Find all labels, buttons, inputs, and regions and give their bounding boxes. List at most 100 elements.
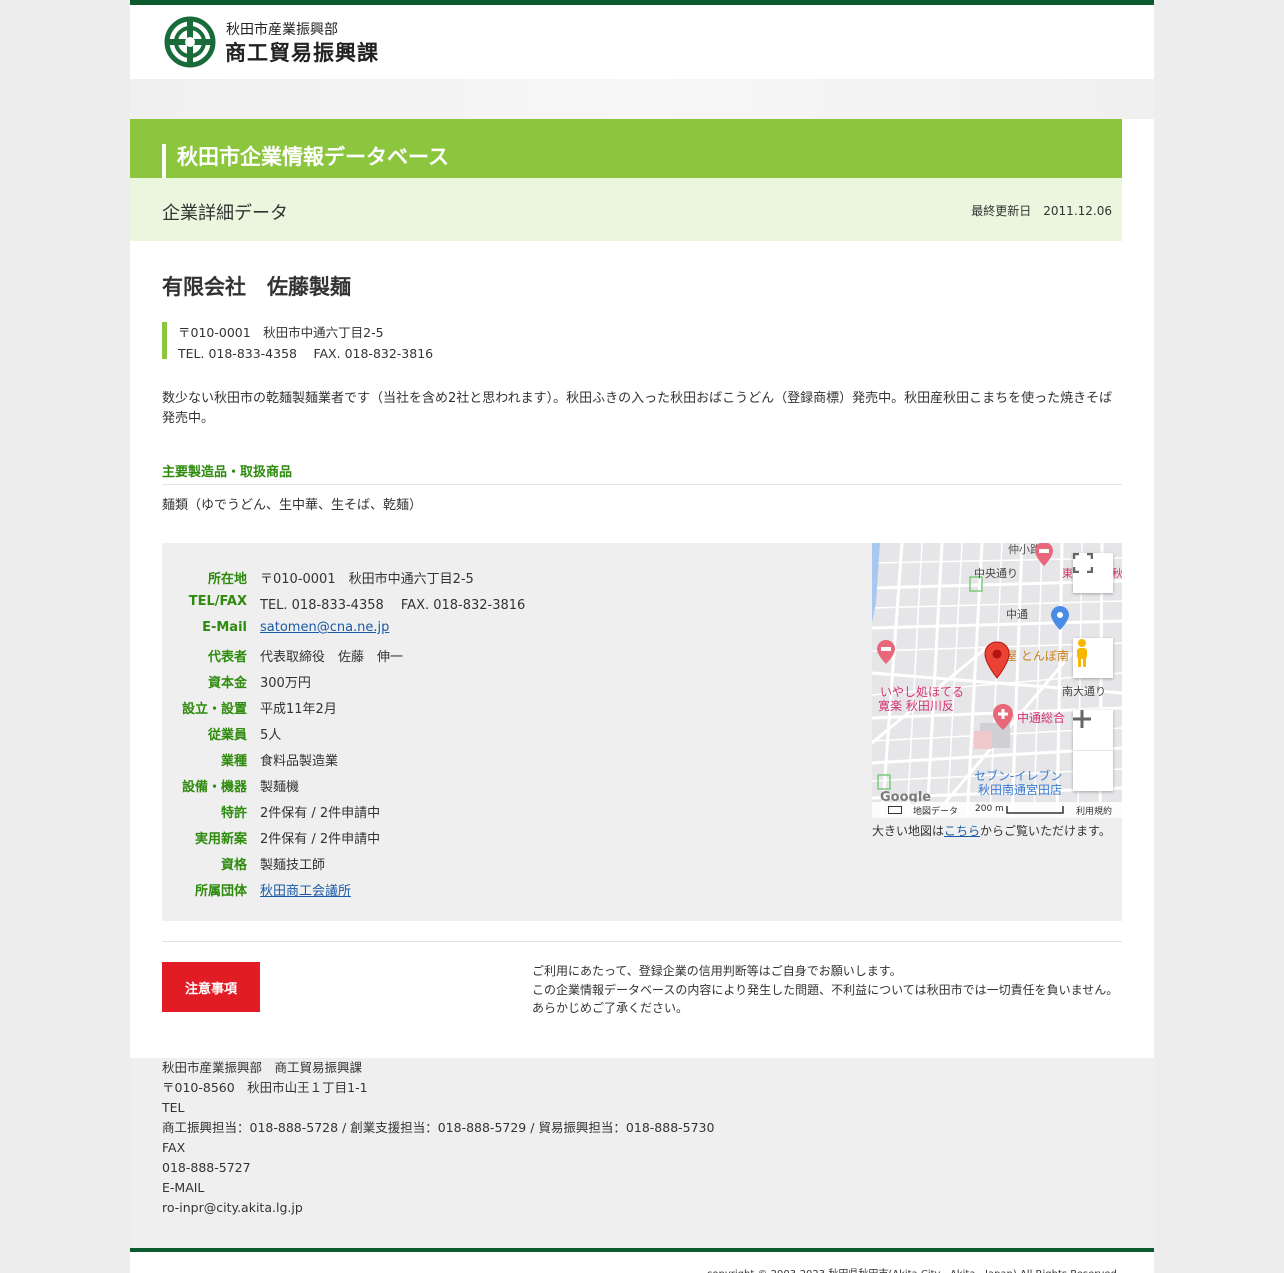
zoom-controls xyxy=(1073,710,1113,791)
footer-line: ro-inpr@city.akita.lg.jp xyxy=(162,1200,303,1215)
site-footer: 秋田市産業振興部 商工貿易振興課 〒010-8560 秋田市山王１丁目1-1 T… xyxy=(130,1058,1154,1248)
products-heading: 主要製造品・取扱商品 xyxy=(162,465,293,480)
info-row: 所属団体 秋田商工会議所 xyxy=(162,875,862,901)
logo-section-name[interactable]: 商工貿易振興課 xyxy=(225,37,379,67)
footer-line: 018-888-5727 xyxy=(162,1160,251,1175)
company-name: 有限会社 佐藤製麺 xyxy=(162,275,351,299)
info-label: 所在地 xyxy=(207,572,247,587)
notice-text: ご利用にあたって、登録企業の信用判断等はご自身でお願いします。 この企業情報デー… xyxy=(532,962,1122,1018)
info-label: 設立・設置 xyxy=(181,702,247,717)
info-row: TEL/FAX TEL. 018-833-4358 FAX. 018-832-38… xyxy=(162,589,862,615)
terms-link[interactable]: 利用規約 xyxy=(1076,804,1112,817)
minus-icon xyxy=(1073,717,1091,721)
divider xyxy=(162,941,1122,942)
map-label: 南大通り xyxy=(1062,685,1106,698)
logo-dept-name[interactable]: 秋田市産業振興部 xyxy=(226,19,338,39)
products-text: 麺類（ゆでうどん、生中華、生そば、乾麺） xyxy=(162,498,423,513)
info-label: 設備・機器 xyxy=(181,780,247,795)
hospital-pin-icon[interactable] xyxy=(992,703,1014,731)
footer-line: 〒010-8560 秋田市山王１丁目1-1 xyxy=(162,1080,368,1095)
page: 秋田市産業振興部 商工貿易振興課 秋田市企業情報データベース 企業詳細データ 最… xyxy=(130,0,1154,1273)
map-label: 寛楽 秋田川反 xyxy=(878,699,954,713)
info-label: 特許 xyxy=(220,806,247,821)
company-address-block: 〒010-0001 秋田市中通六丁目2-5 TEL. 018-833-4358 … xyxy=(162,322,662,361)
info-value: 5人 xyxy=(260,728,282,743)
fullscreen-button[interactable] xyxy=(1073,553,1113,593)
map-data-link[interactable]: 地図データ xyxy=(913,804,958,817)
map-caption-text: からご覧いただけます。 xyxy=(980,824,1111,838)
map-label: 屋 とんぼ南 xyxy=(1005,649,1069,663)
city-emblem-icon[interactable] xyxy=(164,16,216,68)
hotel-pin-icon[interactable] xyxy=(1034,543,1054,567)
footer-line: E-MAIL xyxy=(162,1180,205,1195)
info-row: 設備・機器 製麺機 xyxy=(162,771,862,797)
map-attribution-bar: 地図データ 200 m 利用規約 xyxy=(872,802,1122,818)
info-value: 製麺技工師 xyxy=(260,858,326,873)
info-row: 実用新案 2件保有 / 2件申請中 xyxy=(162,823,862,849)
info-value: 食料品製造業 xyxy=(260,754,339,769)
detail-title: 企業詳細データ xyxy=(162,203,288,224)
last-updated-date: 2011.12.06 xyxy=(1043,204,1112,218)
location-pin-icon[interactable] xyxy=(984,641,1010,679)
keyboard-icon[interactable] xyxy=(888,806,902,814)
header-band xyxy=(130,79,1154,119)
info-label: TEL/FAX xyxy=(188,594,247,609)
company-info-box: 所在地 〒010-0001 秋田市中通六丁目2-5 TEL/FAX TEL. 018… xyxy=(162,543,1122,921)
zoom-out-button[interactable] xyxy=(1073,717,1113,791)
info-label: 資格 xyxy=(220,858,247,873)
notice-button[interactable]: 注意事項 xyxy=(162,962,260,1012)
shop-pin-icon[interactable] xyxy=(1050,605,1070,631)
street-view-button[interactable] xyxy=(1073,638,1113,678)
site-header: 秋田市産業振興部 商工貿易振興課 xyxy=(130,0,1154,79)
map-label: 中通総合 xyxy=(1017,711,1066,725)
company-phone: TEL. 018-833-4358 FAX. 018-832-3816 xyxy=(178,346,434,361)
info-value: 平成11年2月 xyxy=(260,702,337,717)
info-row: 特許 2件保有 / 2件申請中 xyxy=(162,797,862,823)
info-value: TEL. 018-833-4358 FAX. 018-832-3816 xyxy=(260,598,526,613)
info-label: 実用新案 xyxy=(194,832,247,847)
info-value: 2件保有 / 2件申請中 xyxy=(260,806,381,821)
large-map-link[interactable]: こちら xyxy=(944,824,980,838)
pegman-icon xyxy=(1077,639,1087,667)
hotel-pin-icon[interactable] xyxy=(876,639,896,665)
email-link[interactable]: satomen@cna.ne.jp xyxy=(260,620,389,635)
company-description: 数少ない秋田市の乾麺製麺業者です（当社を含め2社と思われます）。秋田ふきの入った… xyxy=(162,391,1113,426)
title-accent-bar xyxy=(162,144,166,178)
location-map[interactable]: 仲小路 中央通り 東 秋 中通 屋 とんぼ南 南大通り いやし処ほてる 寛楽 秋… xyxy=(872,543,1122,818)
last-updated-label: 最終更新日 xyxy=(971,204,1032,218)
map-label: 秋 xyxy=(1112,567,1122,580)
info-label: 従業員 xyxy=(207,728,247,743)
info-row: 業種 食料品製造業 xyxy=(162,745,862,771)
footer-accent-bar xyxy=(130,1248,1154,1252)
scale-bar-icon xyxy=(1006,806,1064,814)
map-caption-text: 大きい地図は xyxy=(872,824,945,838)
info-label: 代表者 xyxy=(207,650,247,665)
map-scale[interactable]: 200 m xyxy=(975,804,1004,814)
last-updated: 最終更新日 2011.12.06 xyxy=(971,202,1112,219)
map-label: 中央通り xyxy=(974,567,1018,580)
footer-contact: 秋田市産業振興部 商工貿易振興課 〒010-8560 秋田市山王１丁目1-1 T… xyxy=(162,1058,714,1218)
info-row: E-Mail satomen@cna.ne.jp xyxy=(162,615,862,641)
info-row: 所在地 〒010-0001 秋田市中通六丁目2-5 xyxy=(162,563,862,589)
footer-line: 商工振興担当：018-888-5728 / 創業支援担当：018-888-572… xyxy=(162,1120,715,1135)
info-label: 所属団体 xyxy=(194,884,247,899)
info-value: 300万円 xyxy=(260,676,311,691)
info-row: 資本金 300万円 xyxy=(162,667,862,693)
database-title-bar: 秋田市企業情報データベース xyxy=(130,119,1122,178)
info-label: 資本金 xyxy=(207,676,247,691)
info-row: 設立・設置 平成11年2月 xyxy=(162,693,862,719)
info-row: 代表者 代表取締役 佐藤 伸一 xyxy=(162,641,862,667)
detail-heading-bar: 企業詳細データ 最終更新日 2011.12.06 xyxy=(130,178,1122,241)
notice-line: ご利用にあたって、登録企業の信用判断等はご自身でお願いします。 xyxy=(532,964,902,978)
info-value: 〒010-0001 秋田市中通六丁目2-5 xyxy=(260,572,474,587)
map-label: 東 xyxy=(1062,567,1073,580)
organization-link[interactable]: 秋田商工会議所 xyxy=(260,880,351,899)
map-label: 秋田南通宮田店 xyxy=(978,783,1063,797)
fullscreen-icon xyxy=(1073,553,1093,573)
footer-line: TEL xyxy=(162,1100,185,1115)
info-value: 製麺機 xyxy=(260,780,300,795)
company-address: 〒010-0001 秋田市中通六丁目2-5 xyxy=(178,325,384,340)
map-caption: 大きい地図はこちらからご覧いただけます。 xyxy=(872,822,1111,839)
notice-line: あらかじめご了承ください。 xyxy=(532,1001,689,1015)
info-row: 従業員 5人 xyxy=(162,719,862,745)
